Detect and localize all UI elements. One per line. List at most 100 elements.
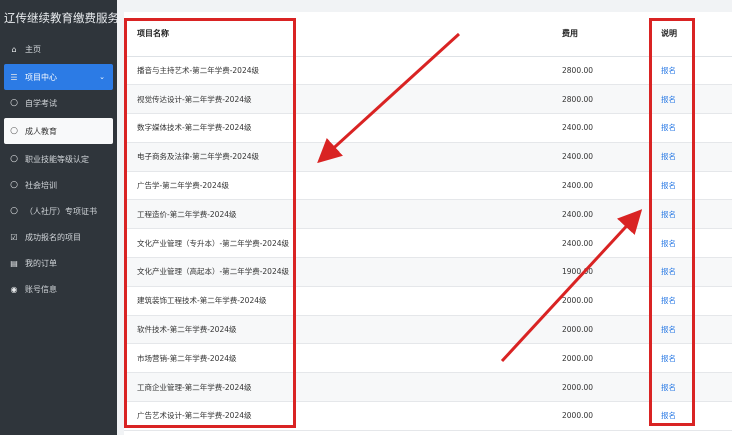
table-row: 电子商务及法律-第二年学费-2024级 2400.00 报名 <box>124 142 732 172</box>
project-name-cell: 工程造价-第二年学费-2024级 <box>124 199 556 230</box>
sidebar-item-7[interactable]: ☑ 成功报名的项目 <box>0 224 117 250</box>
circle-icon: ○ <box>10 206 18 216</box>
project-name-cell: 电子商务及法律-第二年学费-2024级 <box>124 142 556 172</box>
platform-title: 辽传继续教育缴费服务平台 <box>4 11 117 25</box>
action-cell: 报名 <box>652 199 732 230</box>
register-link[interactable]: 报名 <box>661 296 676 305</box>
project-table: 项目名称 费用 说明 播音与主持艺术-第二年学费-2024级 2800.00 报名视… <box>124 12 732 431</box>
topbar <box>117 0 732 12</box>
project-name-cell: 建筑装饰工程技术-第二年学费-2024级 <box>124 286 556 316</box>
column-header-name: 项目名称 <box>124 12 556 57</box>
action-cell: 报名 <box>652 56 732 86</box>
action-cell: 报名 <box>652 401 732 431</box>
table-header-row: 项目名称 费用 说明 <box>124 12 732 57</box>
column-header-desc: 说明 <box>652 12 732 57</box>
fee-cell: 1900.00 <box>556 257 652 287</box>
chevron-down-icon: ⌄ <box>99 73 105 81</box>
fee-cell: 2000.00 <box>556 286 652 316</box>
table-row: 文化产业管理（专升本）-第二年学费-2024级 2400.00 报名 <box>124 228 732 259</box>
circle-icon: ○ <box>10 180 18 190</box>
register-link[interactable]: 报名 <box>661 95 676 104</box>
sidebar-item-8[interactable]: ▤ 我的订单 <box>0 250 117 276</box>
fee-cell: 2800.00 <box>556 84 652 115</box>
fee-cell: 2000.00 <box>556 315 652 345</box>
register-link[interactable]: 报名 <box>661 66 676 75</box>
sidebar-item-5[interactable]: ○ 社会培训 <box>0 172 117 198</box>
file-icon: ▤ <box>10 258 18 268</box>
project-table-card: 项目名称 费用 说明 播音与主持艺术-第二年学费-2024级 2800.00 报名视… <box>124 12 732 435</box>
sidebar-item-label: 自学考试 <box>25 98 57 108</box>
table-row: 数字媒体技术-第二年学费-2024级 2400.00 报名 <box>124 113 732 143</box>
table-row: 工程造价-第二年学费-2024级 2400.00 报名 <box>124 199 732 230</box>
table-row: 建筑装饰工程技术-第二年学费-2024级 2000.00 报名 <box>124 286 732 316</box>
home-icon: ⌂ <box>11 44 17 54</box>
sidebar-item-2[interactable]: ○ 自学考试 <box>0 90 117 116</box>
fee-cell: 2400.00 <box>556 199 652 230</box>
action-cell: 报名 <box>652 228 732 259</box>
register-link[interactable]: 报名 <box>661 181 676 190</box>
sidebar-item-4[interactable]: ○ 职业技能等级认定 <box>0 146 117 172</box>
register-link[interactable]: 报名 <box>661 210 676 219</box>
register-link[interactable]: 报名 <box>661 325 676 334</box>
list-icon: ☰ <box>10 72 18 82</box>
sidebar-item-label: 项目中心 <box>25 72 57 82</box>
sidebar-item-6[interactable]: ○ （人社厅）专项证书 <box>0 198 117 224</box>
project-name-cell: 软件技术-第二年学费-2024级 <box>124 315 556 345</box>
table-row: 市场营销-第二年学费-2024级 2000.00 报名 <box>124 343 732 374</box>
fee-cell: 2000.00 <box>556 401 652 431</box>
sidebar-nav: ⌂ 主页 ☰ 项目中心 ⌄ ○ 自学考试 ○ 成人教育 ○ 职业技能等级认定 ○ 社会培训 ○ （人社厅）专… <box>0 36 117 302</box>
fee-cell: 2400.00 <box>556 228 652 259</box>
action-cell: 报名 <box>652 343 732 374</box>
register-link[interactable]: 报名 <box>661 152 676 161</box>
table-row: 文化产业管理（高起本）-第二年学费-2024级 1900.00 报名 <box>124 257 732 287</box>
sidebar-item-label: 主页 <box>25 44 41 54</box>
sidebar-item-0[interactable]: ⌂ 主页 <box>0 36 117 62</box>
project-name-cell: 广告学-第二年学费-2024级 <box>124 171 556 201</box>
sidebar-item-label: 我的订单 <box>25 258 57 268</box>
sidebar-item-3[interactable]: ○ 成人教育 <box>4 118 113 144</box>
main-content: 项目名称 费用 说明 播音与主持艺术-第二年学费-2024级 2800.00 报名视… <box>117 0 732 435</box>
project-name-cell: 视觉传达设计-第二年学费-2024级 <box>124 84 556 115</box>
table-row: 软件技术-第二年学费-2024级 2000.00 报名 <box>124 315 732 345</box>
project-name-cell: 市场营销-第二年学费-2024级 <box>124 343 556 374</box>
sidebar-item-label: （人社厅）专项证书 <box>25 206 97 216</box>
register-link[interactable]: 报名 <box>661 267 676 276</box>
register-link[interactable]: 报名 <box>661 239 676 248</box>
user-icon: ◉ <box>10 284 18 294</box>
fee-cell: 2800.00 <box>556 56 652 86</box>
table-row: 视觉传达设计-第二年学费-2024级 2800.00 报名 <box>124 84 732 115</box>
action-cell: 报名 <box>652 113 732 143</box>
action-cell: 报名 <box>652 286 732 316</box>
register-link[interactable]: 报名 <box>661 123 676 132</box>
register-link[interactable]: 报名 <box>661 383 676 392</box>
fee-cell: 2400.00 <box>556 171 652 201</box>
project-name-cell: 文化产业管理（专升本）-第二年学费-2024级 <box>124 228 556 259</box>
sidebar-item-1[interactable]: ☰ 项目中心 ⌄ <box>4 64 113 90</box>
project-name-cell: 广告艺术设计-第二年学费-2024级 <box>124 401 556 431</box>
sidebar-item-label: 成功报名的项目 <box>25 232 81 242</box>
action-cell: 报名 <box>652 142 732 172</box>
register-link[interactable]: 报名 <box>661 354 676 363</box>
circle-icon: ○ <box>10 126 18 136</box>
checkbox-icon: ☑ <box>10 232 18 242</box>
register-link[interactable]: 报名 <box>661 411 676 420</box>
table-row: 广告艺术设计-第二年学费-2024级 2000.00 报名 <box>124 401 732 431</box>
project-name-cell: 播音与主持艺术-第二年学费-2024级 <box>124 56 556 86</box>
fee-cell: 2000.00 <box>556 343 652 374</box>
fee-cell: 2000.00 <box>556 372 652 403</box>
action-cell: 报名 <box>652 171 732 201</box>
sidebar: 辽传继续教育缴费服务平台 ⌂ 主页 ☰ 项目中心 ⌄ ○ 自学考试 ○ 成人教育 ○ 职业技能等级认… <box>0 0 117 435</box>
fee-cell: 2400.00 <box>556 113 652 143</box>
sidebar-item-9[interactable]: ◉ 账号信息 <box>0 276 117 302</box>
table-row: 工商企业管理-第二年学费-2024级 2000.00 报名 <box>124 372 732 403</box>
table-body: 播音与主持艺术-第二年学费-2024级 2800.00 报名 视觉传达设计-第二年学费… <box>124 56 732 431</box>
action-cell: 报名 <box>652 315 732 345</box>
circle-icon: ○ <box>10 154 18 164</box>
action-cell: 报名 <box>652 372 732 403</box>
project-name-cell: 文化产业管理（高起本）-第二年学费-2024级 <box>124 257 556 287</box>
fee-cell: 2400.00 <box>556 142 652 172</box>
action-cell: 报名 <box>652 84 732 115</box>
project-name-cell: 数字媒体技术-第二年学费-2024级 <box>124 113 556 143</box>
project-name-cell: 工商企业管理-第二年学费-2024级 <box>124 372 556 403</box>
table-row: 广告学-第二年学费-2024级 2400.00 报名 <box>124 171 732 201</box>
